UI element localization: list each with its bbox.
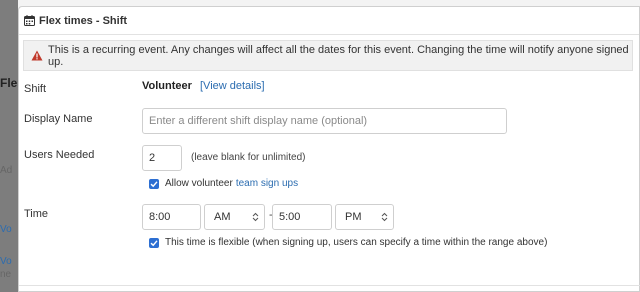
- end-ampm-value: PM: [345, 211, 362, 223]
- background-link-fragment: Vo: [0, 224, 12, 235]
- checkmark-icon: [150, 239, 158, 246]
- checkmark-icon: [150, 180, 158, 187]
- background-heading-fragment: Fle: [0, 76, 18, 90]
- team-signups-link[interactable]: team sign ups: [236, 178, 298, 189]
- calendar-icon: [24, 15, 35, 26]
- start-ampm-value: AM: [214, 211, 231, 223]
- end-time-input[interactable]: [272, 204, 332, 230]
- flexible-time-option: This time is flexible (when signing up, …: [149, 237, 547, 248]
- flexible-time-checkbox[interactable]: [149, 237, 159, 248]
- start-time-input[interactable]: [142, 204, 201, 230]
- team-signups-label: Allow volunteer: [165, 178, 233, 189]
- chevron-updown-icon: [381, 212, 388, 222]
- start-ampm-select[interactable]: AM: [204, 204, 265, 230]
- users-needed-label: Users Needed: [24, 149, 95, 161]
- users-needed-input[interactable]: [142, 145, 182, 171]
- team-signups-checkbox[interactable]: [149, 178, 159, 189]
- background-text-fragment: ne: [0, 269, 12, 280]
- modal-header: Flex times - Shift: [19, 7, 639, 35]
- shift-name: Volunteer: [142, 80, 192, 92]
- users-needed-hint: (leave blank for unlimited): [191, 152, 306, 163]
- background-link-fragment: Vo: [0, 256, 12, 267]
- team-signups-option: Allow volunteer team sign ups: [149, 178, 298, 189]
- display-name-input[interactable]: [142, 108, 507, 134]
- edit-shift-modal: Flex times - Shift This is a recurring e…: [18, 6, 640, 292]
- display-name-label: Display Name: [24, 113, 93, 125]
- recurring-event-alert: This is a recurring event. Any changes w…: [23, 40, 633, 71]
- modal-title: Flex times - Shift: [39, 14, 128, 27]
- view-details-link[interactable]: [View details]: [200, 80, 265, 92]
- end-ampm-select[interactable]: PM: [335, 204, 394, 230]
- modal-footer-divider: [19, 285, 640, 286]
- background-text-fragment: Ad: [0, 165, 13, 176]
- shift-label: Shift: [24, 83, 47, 95]
- chevron-updown-icon: [252, 212, 259, 222]
- alert-text: This is a recurring event. Any changes w…: [48, 43, 629, 68]
- time-label: Time: [24, 208, 49, 220]
- warning-icon: [31, 50, 43, 61]
- flexible-time-label: This time is flexible (when signing up, …: [165, 237, 548, 248]
- background-overlay: [0, 0, 18, 292]
